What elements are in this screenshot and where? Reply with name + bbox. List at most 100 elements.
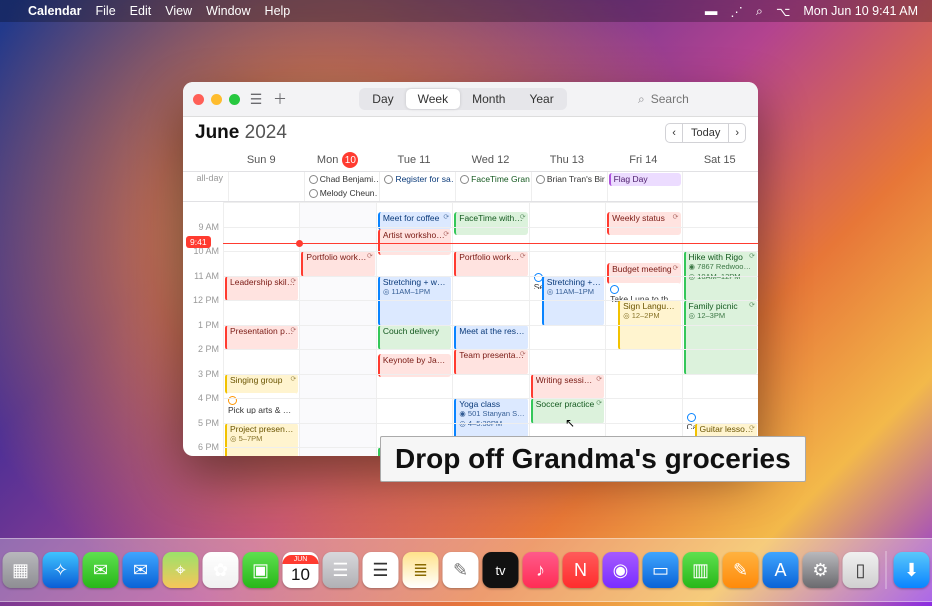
menubar-clock[interactable]: Mon Jun 10 9:41 AM bbox=[803, 4, 918, 18]
calendar-window: ☰ ＋ Day Week Month Year ⌕ June 2024 ‹ To… bbox=[183, 82, 758, 456]
allday-event[interactable]: Flag Day bbox=[609, 173, 682, 186]
calendar-event[interactable]: Portfolio work…⟳ bbox=[454, 251, 527, 277]
search-icon: ⌕ bbox=[638, 92, 645, 107]
calendar-event[interactable]: Writing sessi…⟳ bbox=[531, 374, 604, 400]
hour-label: 3 PM bbox=[198, 369, 219, 379]
day-columns: Leadership skil…⟳ Presentation p…⟳ Singing… bbox=[223, 202, 758, 456]
dock-facetime[interactable]: ▣ bbox=[243, 552, 279, 588]
search-field[interactable]: ⌕ bbox=[638, 91, 748, 107]
view-day[interactable]: Day bbox=[360, 89, 405, 109]
dock-freeform[interactable]: ✎ bbox=[443, 552, 479, 588]
hour-label: 1 PM bbox=[198, 320, 219, 330]
dock-podcasts[interactable]: ◉ bbox=[603, 552, 639, 588]
day-header: Mon10 bbox=[299, 149, 375, 171]
menu-help[interactable]: Help bbox=[265, 4, 291, 18]
calendar-event[interactable]: Meet at the res… bbox=[454, 325, 527, 351]
allday-event[interactable]: Chad Benjami… bbox=[306, 173, 379, 186]
day-header: Fri 14 bbox=[605, 149, 681, 171]
battery-icon[interactable]: ▬ bbox=[705, 4, 718, 18]
calendar-event[interactable]: FaceTime with…⟳ bbox=[454, 212, 527, 235]
menu-view[interactable]: View bbox=[165, 4, 192, 18]
now-indicator: 9:41 bbox=[223, 243, 758, 244]
year-label: 2024 bbox=[245, 122, 287, 143]
calendar-event[interactable]: Budget meeting⟳ bbox=[607, 263, 680, 284]
month-header: June 2024 ‹ Today › bbox=[183, 117, 758, 149]
day-header: Sun 9 bbox=[223, 149, 299, 171]
view-year[interactable]: Year bbox=[517, 89, 565, 109]
dock-tv[interactable]: tv bbox=[483, 552, 519, 588]
allday-event[interactable]: Brian Tran's Bir… bbox=[533, 173, 606, 186]
today-button[interactable]: Today bbox=[683, 123, 729, 143]
dock-settings[interactable]: ⚙ bbox=[803, 552, 839, 588]
calendar-event[interactable]: Yoga class◉ 501 Stanyan St,…◎ 4–5:30PM bbox=[454, 398, 527, 438]
dock-news[interactable]: N bbox=[563, 552, 599, 588]
month-label: June bbox=[195, 122, 239, 143]
search-input[interactable] bbox=[649, 91, 733, 107]
dock-keynote[interactable]: ▭ bbox=[643, 552, 679, 588]
next-week-button[interactable]: › bbox=[729, 123, 746, 143]
dock: ☺▦✧✉✉⌖✿▣JUN10☰☰≣✎tv♪N◉▭▥✎A⚙▯⬇🗑 bbox=[0, 538, 932, 602]
dock-maps[interactable]: ⌖ bbox=[163, 552, 199, 588]
dock-launchpad[interactable]: ▦ bbox=[3, 552, 39, 588]
menu-file[interactable]: File bbox=[96, 4, 116, 18]
calendar-event[interactable]: Team presenta…⟳ bbox=[454, 349, 527, 375]
close-button[interactable] bbox=[193, 94, 204, 105]
calendar-event[interactable]: Pick up arts & … bbox=[225, 393, 298, 414]
spotlight-icon[interactable]: ⌕ bbox=[756, 4, 763, 19]
view-month[interactable]: Month bbox=[460, 89, 517, 109]
hour-label: 4 PM bbox=[198, 393, 219, 403]
view-switcher: Day Week Month Year bbox=[359, 88, 566, 110]
dock-appstore[interactable]: A bbox=[763, 552, 799, 588]
day-header: Thu 13 bbox=[529, 149, 605, 171]
allday-event[interactable]: FaceTime Gran… bbox=[457, 173, 530, 186]
dock-notes[interactable]: ≣ bbox=[403, 552, 439, 588]
dock-mail[interactable]: ✉ bbox=[123, 552, 159, 588]
calendar-event[interactable]: Singing group⟳ bbox=[225, 374, 298, 395]
hour-label: 11 AM bbox=[194, 271, 219, 281]
menubar: Calendar File Edit View Window Help ▬ ⋰ … bbox=[0, 0, 932, 22]
dock-numbers[interactable]: ▥ bbox=[683, 552, 719, 588]
day-header: Wed 12 bbox=[452, 149, 528, 171]
menu-window[interactable]: Window bbox=[206, 4, 250, 18]
control-center-icon[interactable]: ⌥ bbox=[776, 4, 790, 19]
allday-event[interactable]: Melody Cheun… bbox=[306, 187, 379, 200]
calendar-event[interactable]: Project presentations◎ 5–7PM bbox=[225, 423, 298, 456]
hour-label: 5 PM bbox=[198, 418, 219, 428]
wifi-icon[interactable]: ⋰ bbox=[730, 4, 743, 19]
allday-event[interactable]: Register for sa… bbox=[381, 173, 454, 186]
dock-calendar[interactable]: JUN10 bbox=[283, 552, 319, 588]
hour-label: 6 PM bbox=[198, 442, 219, 452]
dock-iphone[interactable]: ▯ bbox=[843, 552, 879, 588]
dock-downloads[interactable]: ⬇ bbox=[894, 552, 930, 588]
calendar-event[interactable]: Weekly status⟳ bbox=[607, 212, 680, 235]
dock-messages[interactable]: ✉ bbox=[83, 552, 119, 588]
dock-contacts[interactable]: ☰ bbox=[323, 552, 359, 588]
dock-music[interactable]: ♪ bbox=[523, 552, 559, 588]
allday-label: all-day bbox=[183, 172, 228, 201]
week-grid[interactable]: 9 AM10 AM11 AM12 PM1 PM2 PM3 PM4 PM5 PM6… bbox=[183, 202, 758, 456]
calendars-toggle-icon[interactable]: ☰ bbox=[248, 91, 264, 107]
minimize-button[interactable] bbox=[211, 94, 222, 105]
dock-pages[interactable]: ✎ bbox=[723, 552, 759, 588]
tooltip-callout: Drop off Grandma's groceries bbox=[380, 436, 806, 482]
menu-edit[interactable]: Edit bbox=[130, 4, 152, 18]
fullscreen-button[interactable] bbox=[229, 94, 240, 105]
day-header: Sat 15 bbox=[682, 149, 758, 171]
today-badge: 10 bbox=[342, 152, 358, 168]
calendar-event[interactable]: Presentation p…⟳ bbox=[225, 325, 298, 351]
hour-label: 12 PM bbox=[193, 295, 219, 305]
view-week[interactable]: Week bbox=[406, 89, 460, 109]
calendar-event[interactable]: Leadership skil…⟳ bbox=[225, 276, 298, 302]
titlebar: ☰ ＋ Day Week Month Year ⌕ bbox=[183, 82, 758, 117]
dock-photos[interactable]: ✿ bbox=[203, 552, 239, 588]
calendar-event[interactable]: Portfolio work…⟳ bbox=[301, 251, 374, 277]
add-event-icon[interactable]: ＋ bbox=[272, 91, 288, 107]
calendar-event[interactable]: Soccer practice⟳ bbox=[531, 398, 604, 424]
app-menu[interactable]: Calendar bbox=[28, 4, 82, 18]
allday-row: all-day Chad Benjami…Melody Cheun… Regis… bbox=[183, 172, 758, 202]
calendar-event[interactable]: Family picnic◎ 12–3PM⟳ bbox=[684, 300, 757, 375]
calendar-event[interactable]: Couch delivery bbox=[378, 325, 451, 351]
dock-safari[interactable]: ✧ bbox=[43, 552, 79, 588]
prev-week-button[interactable]: ‹ bbox=[665, 123, 683, 143]
dock-reminders[interactable]: ☰ bbox=[363, 552, 399, 588]
